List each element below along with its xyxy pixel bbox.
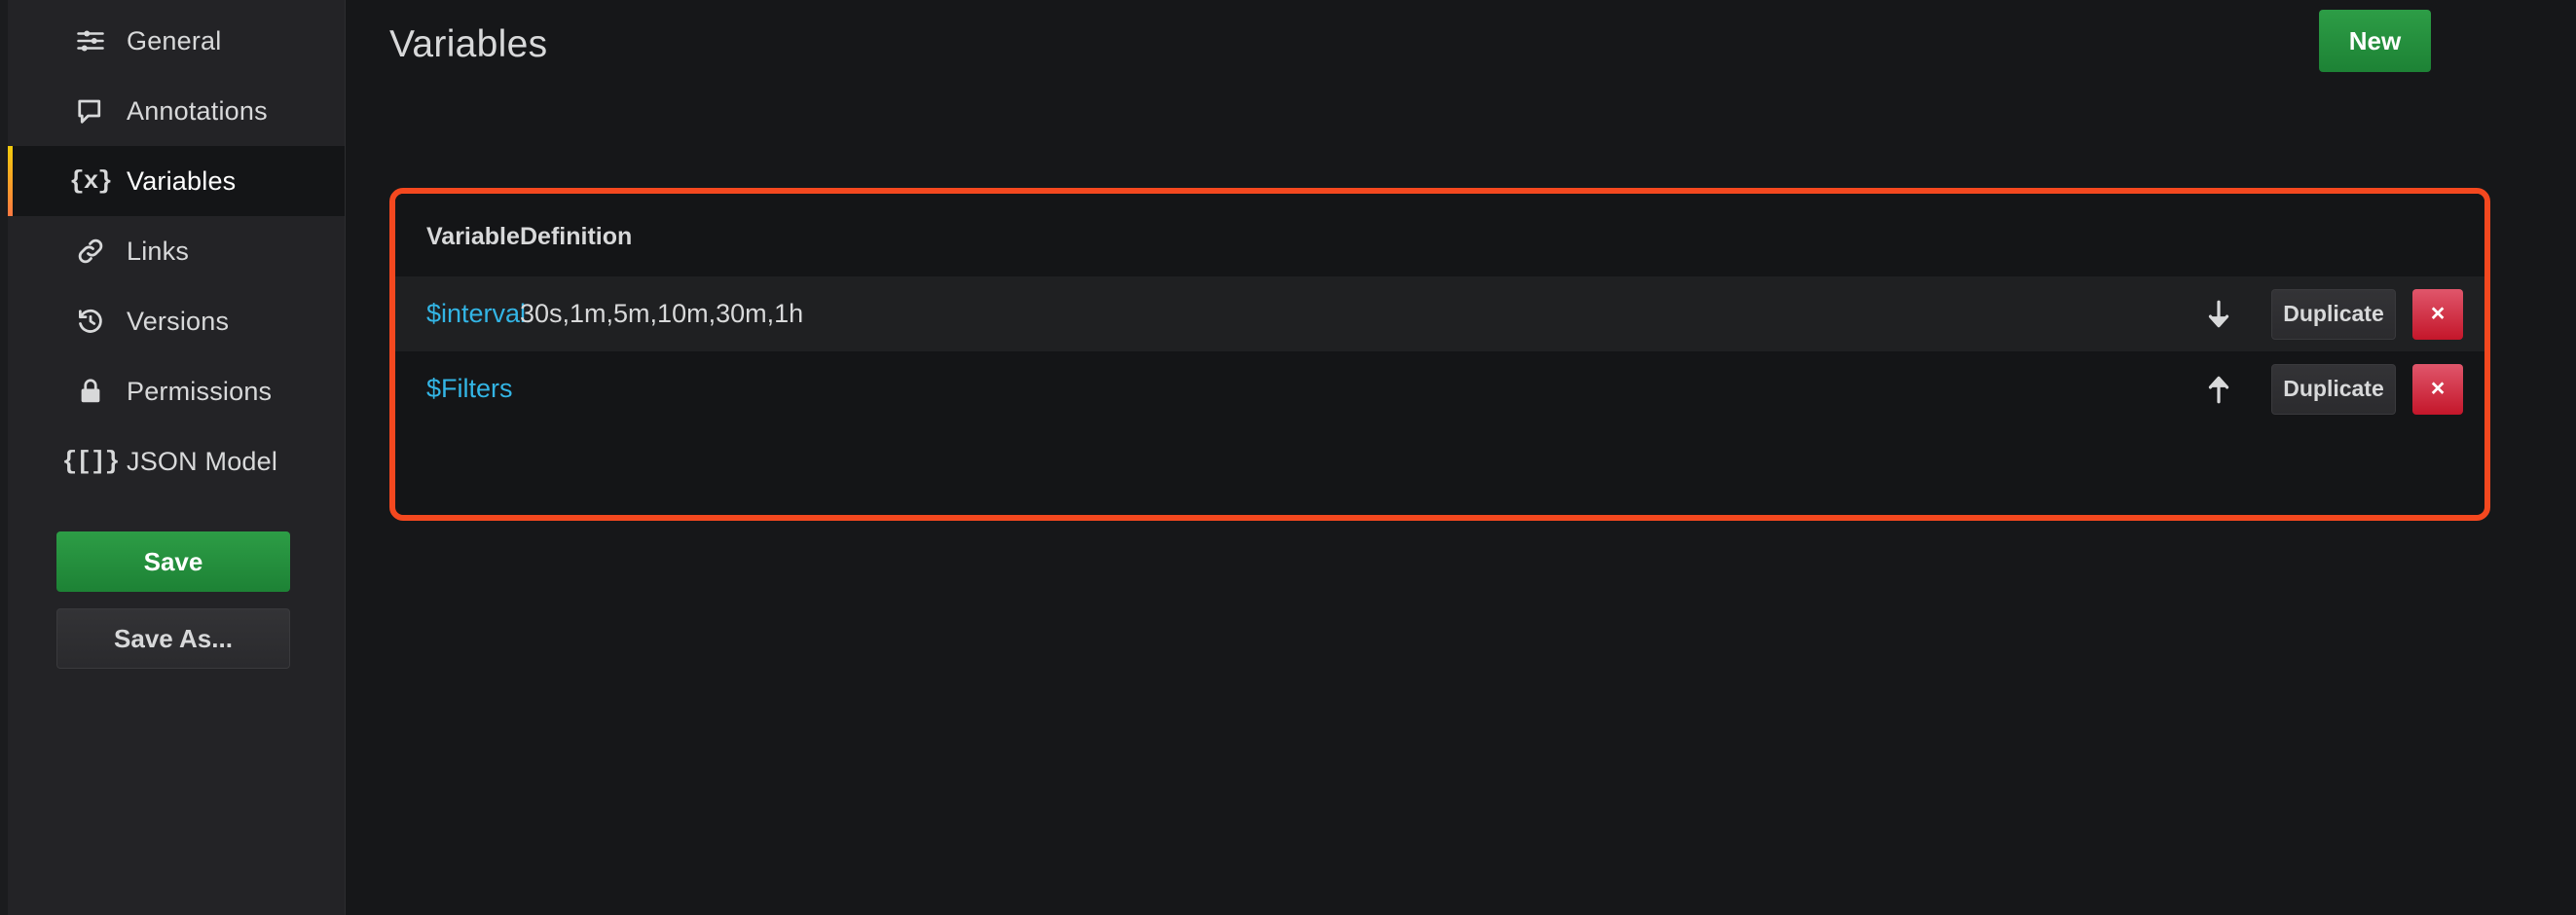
variables-table-highlight-panel: Variable Definition $interval 30s,1m,5m,… <box>389 188 2490 521</box>
variable-name-link[interactable]: $Filters <box>426 374 513 403</box>
table-row[interactable]: $interval 30s,1m,5m,10m,30m,1h Duplicate… <box>395 276 2484 351</box>
sidebar-item-permissions[interactable]: Permissions <box>8 356 345 426</box>
variable-name-link[interactable]: $interval <box>426 299 526 328</box>
sidebar-save-actions: Save Save As... <box>8 531 345 669</box>
braces-brackets-icon: {[]} <box>61 447 120 476</box>
variables-table: Variable Definition $interval 30s,1m,5m,… <box>395 194 2484 426</box>
new-variable-button[interactable]: New <box>2319 10 2431 72</box>
dashboard-settings-page: General Annotations {x} Variables Links … <box>0 0 2576 915</box>
settings-sidebar: General Annotations {x} Variables Links … <box>8 0 346 915</box>
duplicate-button[interactable]: Duplicate <box>2271 363 2396 415</box>
sidebar-item-label: Versions <box>127 306 230 336</box>
lock-icon <box>74 375 107 408</box>
sidebar-item-label: Variables <box>127 165 237 196</box>
table-row[interactable]: $Filters Duplicate × <box>395 351 2484 426</box>
sidebar-item-label: Links <box>127 236 190 266</box>
left-gutter-strip <box>0 0 8 915</box>
variables-table-body: $interval 30s,1m,5m,10m,30m,1h Duplicate… <box>395 276 2484 426</box>
delete-button[interactable]: × <box>2412 363 2463 415</box>
sliders-icon <box>74 24 107 57</box>
braces-x-icon: {x} <box>69 166 113 196</box>
sidebar-item-links[interactable]: Links <box>8 216 345 286</box>
variables-table-head: Variable Definition <box>395 194 2484 276</box>
history-icon <box>74 305 107 338</box>
row-actions: Duplicate × <box>2066 363 2463 415</box>
sidebar-item-label: Permissions <box>127 376 273 406</box>
sidebar-item-json-model[interactable]: {[]} JSON Model <box>8 426 345 496</box>
comment-icon <box>74 94 107 128</box>
table-header-row: Variable Definition <box>395 194 2484 276</box>
sidebar-item-versions[interactable]: Versions <box>8 286 345 356</box>
duplicate-button[interactable]: Duplicate <box>2271 288 2396 340</box>
main-header: Variables New <box>389 0 2532 90</box>
save-as-button[interactable]: Save As... <box>56 608 290 669</box>
sidebar-item-label: JSON Model <box>127 446 278 476</box>
sidebar-item-label: Annotations <box>127 95 268 126</box>
arrow-down-icon[interactable] <box>2191 291 2246 338</box>
page-title: Variables <box>389 23 548 65</box>
column-header-definition: Definition <box>520 194 2066 276</box>
link-icon <box>74 235 107 268</box>
save-button[interactable]: Save <box>56 531 290 592</box>
column-header-actions <box>2066 194 2484 276</box>
sidebar-item-general[interactable]: General <box>8 6 345 76</box>
row-actions: Duplicate × <box>2066 288 2463 340</box>
sidebar-item-annotations[interactable]: Annotations <box>8 76 345 146</box>
settings-nav: General Annotations {x} Variables Links … <box>8 6 345 496</box>
delete-button[interactable]: × <box>2412 288 2463 340</box>
variable-definition: 30s,1m,5m,10m,30m,1h <box>520 299 804 328</box>
sidebar-item-label: General <box>127 25 222 55</box>
arrow-up-icon[interactable] <box>2191 366 2246 413</box>
column-header-variable: Variable <box>395 194 520 276</box>
sidebar-item-variables[interactable]: {x} Variables <box>8 146 345 216</box>
